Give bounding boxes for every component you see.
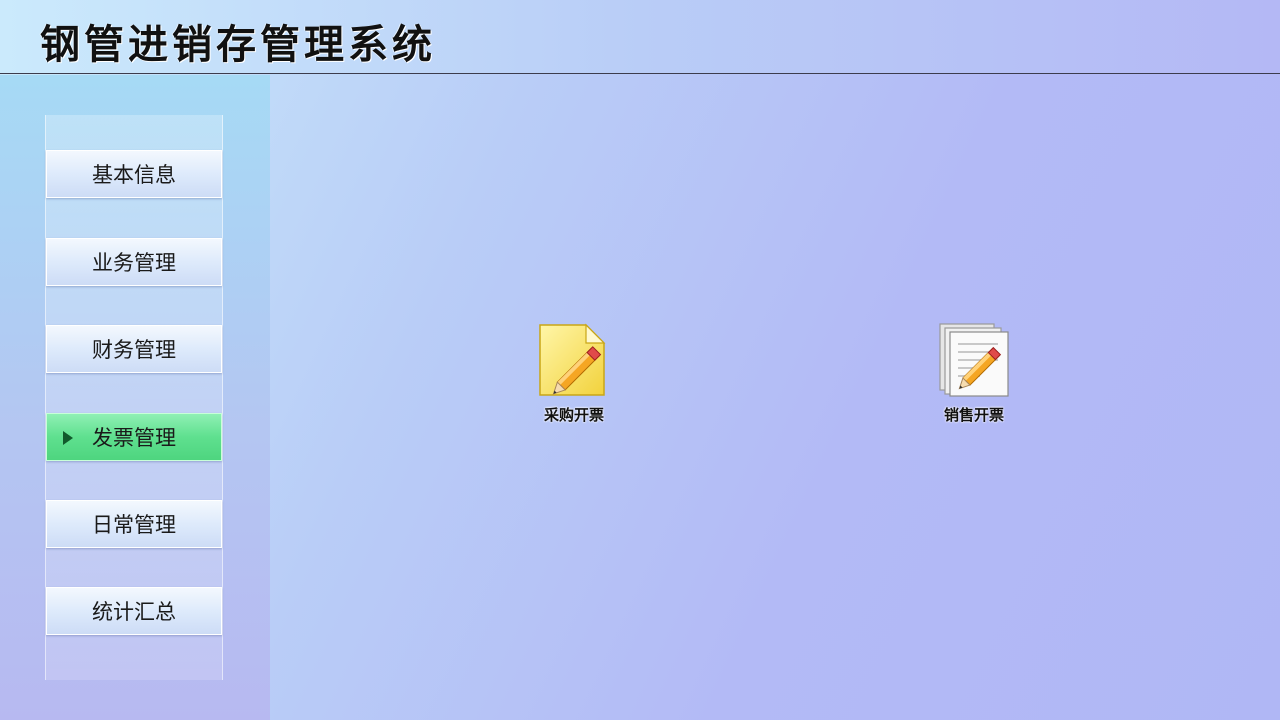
purchase-invoice-shortcut[interactable]: 采购开票 [510, 322, 620, 432]
shortcut-label: 销售开票 [943, 406, 1004, 424]
nav-label: 日常管理 [92, 513, 176, 537]
nav-basic-info[interactable]: 基本信息 [46, 150, 222, 198]
nav-statistics-summary[interactable]: 统计汇总 [46, 587, 222, 635]
shortcut-label: 采购开票 [543, 406, 604, 424]
nav-invoice-management[interactable]: 发票管理 [46, 413, 222, 461]
app-header: 钢管进销存管理系统 [0, 0, 1280, 74]
active-arrow-icon [63, 431, 73, 445]
nav-label: 基本信息 [92, 163, 176, 187]
nav-label: 发票管理 [92, 426, 176, 450]
nav-finance-management[interactable]: 财务管理 [46, 325, 222, 373]
nav-business-management[interactable]: 业务管理 [46, 238, 222, 286]
app-title: 钢管进销存管理系统 [40, 22, 436, 68]
nav-label: 财务管理 [92, 338, 176, 362]
documents-pencil-icon [939, 323, 1009, 397]
nav-daily-management[interactable]: 日常管理 [46, 500, 222, 548]
nav-label: 统计汇总 [92, 600, 176, 624]
nav-label: 业务管理 [92, 251, 176, 275]
notepad-pencil-icon [539, 323, 606, 396]
sales-invoice-shortcut[interactable]: 销售开票 [910, 322, 1020, 432]
